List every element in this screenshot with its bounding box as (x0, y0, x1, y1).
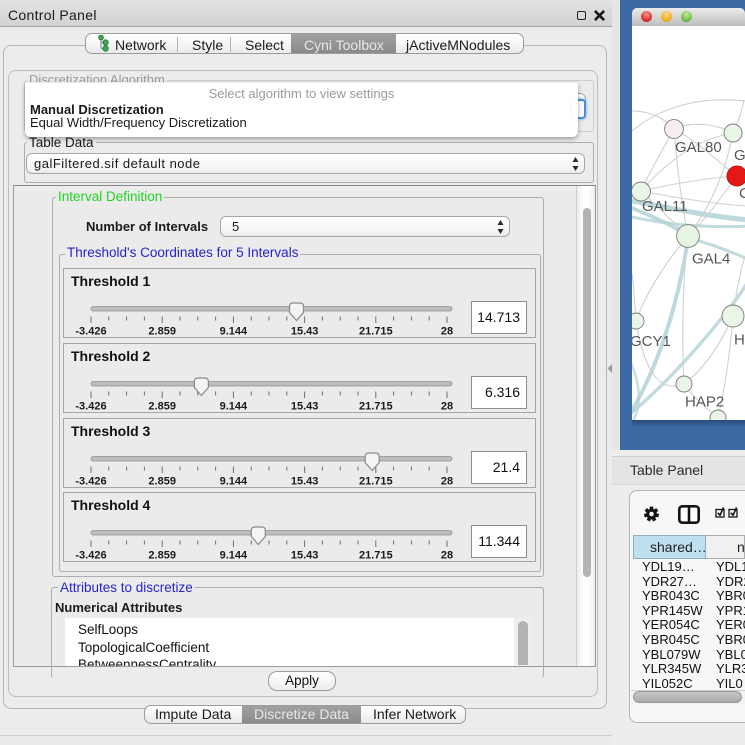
svg-text:2.859: 2.859 (148, 326, 176, 338)
svg-text:15.43: 15.43 (291, 326, 319, 338)
svg-text:15.43: 15.43 (291, 401, 319, 413)
svg-text:28: 28 (441, 401, 453, 413)
svg-text:21.715: 21.715 (359, 326, 393, 338)
svg-text:-3.426: -3.426 (75, 476, 106, 488)
svg-text:21.715: 21.715 (359, 401, 393, 413)
svg-text:21.715: 21.715 (359, 476, 393, 488)
svg-text:9.144: 9.144 (220, 476, 248, 488)
svg-text:2.859: 2.859 (148, 550, 176, 562)
svg-text:15.43: 15.43 (291, 550, 319, 562)
svg-text:28: 28 (441, 550, 453, 562)
svg-text:9.144: 9.144 (220, 401, 248, 413)
svg-text:2.859: 2.859 (148, 476, 176, 488)
svg-text:GAL80: GAL80 (675, 139, 722, 156)
svg-text:HI: HI (734, 332, 745, 349)
svg-text:-3.426: -3.426 (75, 401, 106, 413)
svg-text:GCY1: GCY1 (632, 333, 671, 350)
svg-text:CO: CO (739, 185, 745, 202)
svg-text:-3.426: -3.426 (75, 326, 106, 338)
svg-text:21.715: 21.715 (359, 550, 393, 562)
svg-text:HAP2: HAP2 (685, 394, 724, 411)
svg-text:2.859: 2.859 (148, 401, 176, 413)
svg-text:GA: GA (734, 147, 745, 164)
svg-text:28: 28 (441, 476, 453, 488)
svg-text:9.144: 9.144 (220, 326, 248, 338)
svg-text:15.43: 15.43 (291, 476, 319, 488)
svg-text:GAL4: GAL4 (692, 251, 730, 268)
svg-text:-3.426: -3.426 (75, 550, 106, 562)
svg-text:28: 28 (441, 326, 453, 338)
svg-text:GAL11: GAL11 (642, 198, 688, 215)
svg-text:9.144: 9.144 (220, 550, 248, 562)
